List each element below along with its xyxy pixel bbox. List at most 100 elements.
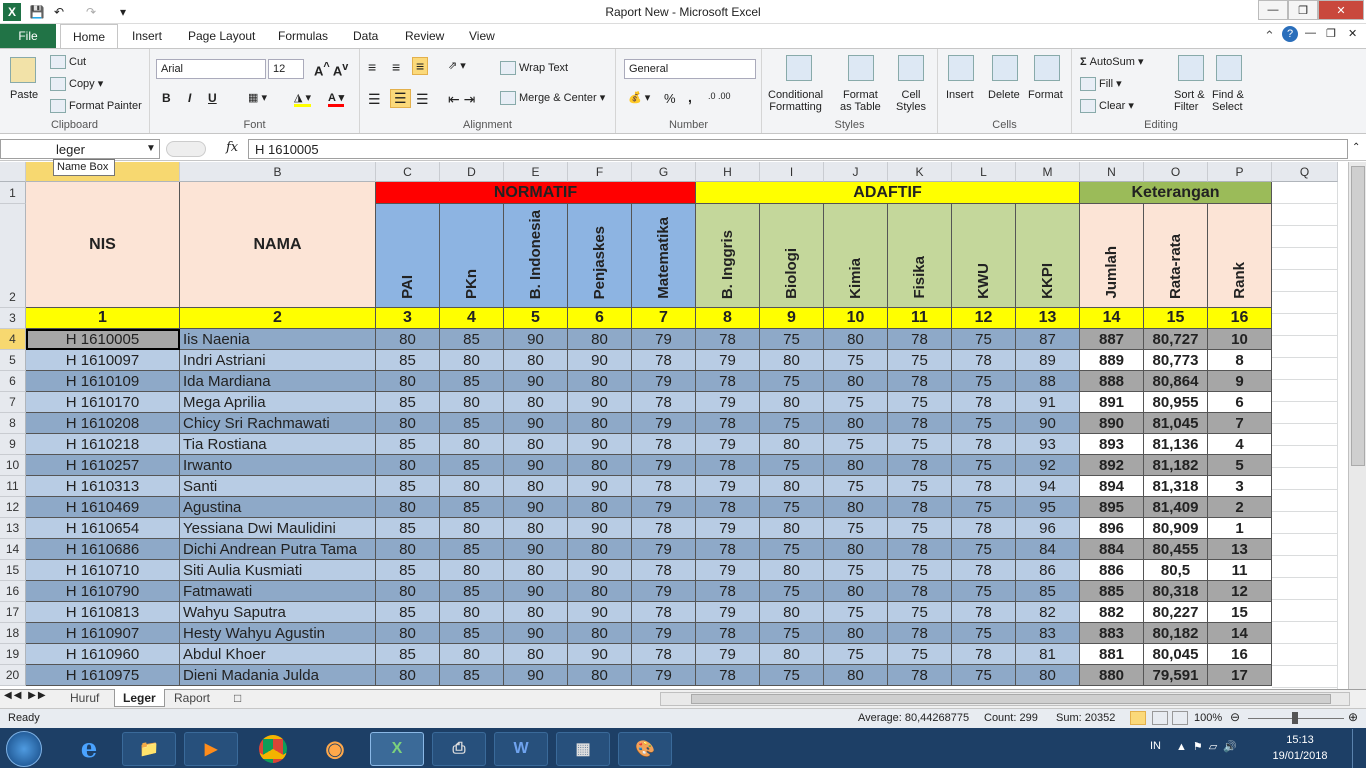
score-cell[interactable]: 96 bbox=[1016, 518, 1080, 539]
empty-cell[interactable] bbox=[1272, 314, 1338, 336]
rank-cell[interactable]: 14 bbox=[1208, 623, 1272, 644]
score-cell[interactable]: 80 bbox=[824, 665, 888, 686]
empty-cell[interactable] bbox=[1272, 358, 1338, 380]
score-cell[interactable]: 79 bbox=[632, 329, 696, 350]
score-cell[interactable]: 80 bbox=[760, 476, 824, 497]
merge-center-button[interactable]: Merge & Center ▾ bbox=[500, 91, 605, 106]
rata-cell[interactable]: 81,182 bbox=[1144, 455, 1208, 476]
score-cell[interactable]: 78 bbox=[888, 413, 952, 434]
empty-cell[interactable] bbox=[1272, 578, 1338, 600]
column-header[interactable]: L bbox=[952, 162, 1016, 182]
score-cell[interactable]: 80 bbox=[376, 581, 440, 602]
row-header[interactable]: 11 bbox=[0, 476, 26, 497]
score-cell[interactable]: 80 bbox=[824, 371, 888, 392]
score-cell[interactable]: 80 bbox=[440, 434, 504, 455]
row-header[interactable]: 12 bbox=[0, 497, 26, 518]
nama-cell[interactable]: Yessiana Dwi Maulidini bbox=[180, 518, 376, 539]
score-cell[interactable]: 78 bbox=[632, 434, 696, 455]
score-cell[interactable]: 78 bbox=[632, 476, 696, 497]
expand-formula-icon[interactable]: ⌃ bbox=[1352, 142, 1360, 153]
italic-button[interactable]: I bbox=[188, 91, 191, 105]
format-painter-button[interactable]: Format Painter bbox=[50, 99, 142, 113]
jumlah-cell[interactable]: 882 bbox=[1080, 602, 1144, 623]
score-cell[interactable]: 85 bbox=[440, 581, 504, 602]
score-cell[interactable]: 78 bbox=[952, 434, 1016, 455]
find-select-button[interactable]: Find & Select bbox=[1212, 89, 1244, 113]
nis-cell[interactable]: H 1610710 bbox=[26, 560, 180, 581]
rata-cell[interactable]: 79,591 bbox=[1144, 665, 1208, 686]
score-cell[interactable]: 75 bbox=[952, 413, 1016, 434]
nama-cell[interactable]: Irwanto bbox=[180, 455, 376, 476]
score-cell[interactable]: 88 bbox=[1016, 371, 1080, 392]
score-cell[interactable]: 80 bbox=[440, 392, 504, 413]
internet-explorer-icon[interactable]: e bbox=[62, 732, 116, 766]
score-cell[interactable]: 80 bbox=[504, 350, 568, 371]
tab-page-layout[interactable]: Page Layout bbox=[178, 24, 265, 48]
vertical-scrollbar[interactable] bbox=[1348, 162, 1366, 689]
score-cell[interactable]: 80 bbox=[568, 623, 632, 644]
doc-close-icon[interactable]: ✕ bbox=[1348, 27, 1357, 40]
row-header[interactable]: 18 bbox=[0, 623, 26, 644]
score-cell[interactable]: 75 bbox=[888, 644, 952, 665]
score-cell[interactable]: 80 bbox=[504, 602, 568, 623]
score-cell[interactable]: 79 bbox=[632, 413, 696, 434]
paste-icon[interactable] bbox=[10, 57, 36, 83]
score-cell[interactable]: 80 bbox=[376, 539, 440, 560]
column-header[interactable]: D bbox=[440, 162, 504, 182]
rata-cell[interactable]: 80,455 bbox=[1144, 539, 1208, 560]
nis-cell[interactable]: H 1610257 bbox=[26, 455, 180, 476]
tab-home[interactable]: Home bbox=[60, 24, 118, 48]
score-cell[interactable]: 78 bbox=[952, 350, 1016, 371]
restore-button[interactable]: ❐ bbox=[1288, 0, 1318, 20]
jumlah-cell[interactable]: 895 bbox=[1080, 497, 1144, 518]
score-cell[interactable]: 90 bbox=[504, 623, 568, 644]
rata-cell[interactable]: 80,182 bbox=[1144, 623, 1208, 644]
nama-cell[interactable]: Fatmawati bbox=[180, 581, 376, 602]
nama-cell[interactable]: Ida Mardiana bbox=[180, 371, 376, 392]
nis-cell[interactable]: H 1610208 bbox=[26, 413, 180, 434]
row-header[interactable]: 8 bbox=[0, 413, 26, 434]
grow-font-button[interactable]: A^ Av bbox=[314, 61, 348, 78]
score-cell[interactable]: 81 bbox=[1016, 644, 1080, 665]
jumlah-cell[interactable]: 881 bbox=[1080, 644, 1144, 665]
jumlah-cell[interactable]: 890 bbox=[1080, 413, 1144, 434]
jumlah-cell[interactable]: 888 bbox=[1080, 371, 1144, 392]
decimal-buttons[interactable]: .0 .00 bbox=[708, 91, 731, 101]
nis-cell[interactable]: H 1610790 bbox=[26, 581, 180, 602]
score-cell[interactable]: 80 bbox=[568, 665, 632, 686]
score-cell[interactable]: 90 bbox=[504, 413, 568, 434]
score-cell[interactable]: 85 bbox=[440, 413, 504, 434]
page-layout-view-icon[interactable] bbox=[1152, 711, 1168, 725]
rank-cell[interactable]: 9 bbox=[1208, 371, 1272, 392]
score-cell[interactable]: 79 bbox=[696, 392, 760, 413]
column-header[interactable]: N bbox=[1080, 162, 1144, 182]
column-header[interactable]: C bbox=[376, 162, 440, 182]
align-middle-icon[interactable]: ≡ bbox=[392, 59, 400, 75]
column-header[interactable]: O bbox=[1144, 162, 1208, 182]
score-cell[interactable]: 85 bbox=[376, 518, 440, 539]
score-cell[interactable]: 80 bbox=[568, 413, 632, 434]
score-cell[interactable]: 80 bbox=[376, 455, 440, 476]
score-cell[interactable]: 82 bbox=[1016, 602, 1080, 623]
score-cell[interactable]: 78 bbox=[888, 455, 952, 476]
rank-cell[interactable]: 16 bbox=[1208, 644, 1272, 665]
score-cell[interactable]: 90 bbox=[504, 581, 568, 602]
score-cell[interactable]: 80 bbox=[376, 623, 440, 644]
rank-cell[interactable]: 15 bbox=[1208, 602, 1272, 623]
score-cell[interactable]: 90 bbox=[504, 539, 568, 560]
empty-cell[interactable] bbox=[1272, 292, 1338, 314]
empty-cell[interactable] bbox=[1272, 402, 1338, 424]
score-cell[interactable]: 80 bbox=[504, 434, 568, 455]
score-cell[interactable]: 85 bbox=[376, 350, 440, 371]
empty-cell[interactable] bbox=[1272, 446, 1338, 468]
score-cell[interactable]: 83 bbox=[1016, 623, 1080, 644]
zoom-slider-thumb[interactable] bbox=[1292, 712, 1298, 724]
cell-styles-button[interactable]: Cell Styles bbox=[896, 89, 926, 113]
score-cell[interactable]: 78 bbox=[888, 371, 952, 392]
score-cell[interactable]: 79 bbox=[632, 623, 696, 644]
align-right-icon[interactable]: ☰ bbox=[416, 91, 429, 108]
score-cell[interactable]: 78 bbox=[952, 602, 1016, 623]
number-format-combo[interactable]: General bbox=[624, 59, 756, 79]
fill-button[interactable]: Fill ▾ bbox=[1080, 77, 1122, 92]
column-header[interactable]: I bbox=[760, 162, 824, 182]
